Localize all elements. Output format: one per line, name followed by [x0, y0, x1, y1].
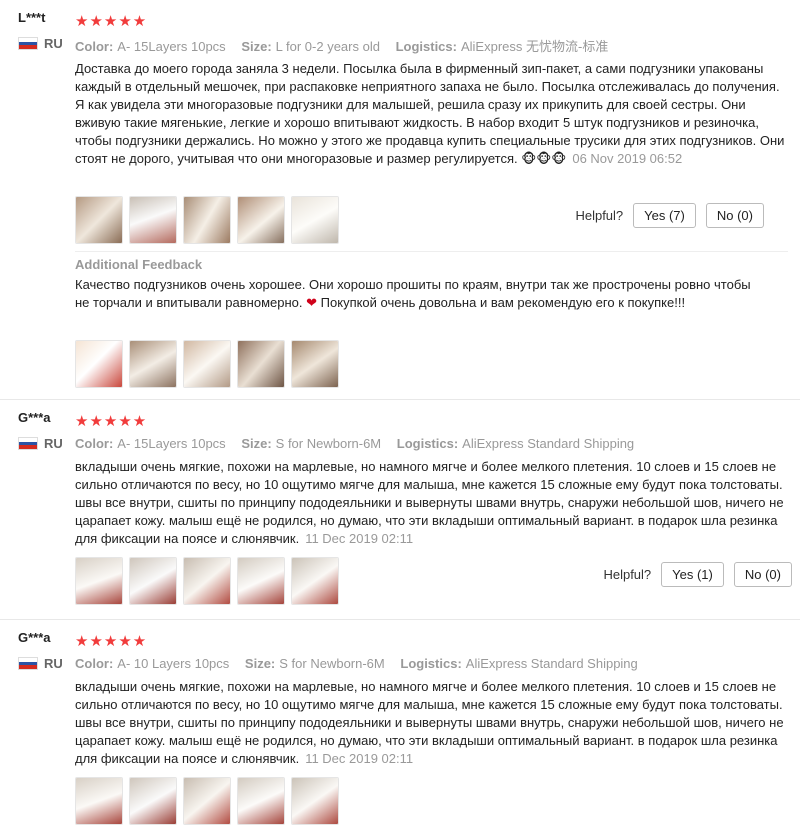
- review-2: G***a RU ★★★★★ Color: A- 15Layers 10pcs S…: [0, 400, 800, 620]
- review-photo[interactable]: [291, 340, 339, 388]
- helpful-no-button[interactable]: No (0): [705, 203, 764, 228]
- additional-feedback-text: Качество подгузников очень хорошее. Они …: [75, 277, 751, 310]
- review-date: 11 Dec 2019 02:11: [305, 751, 414, 766]
- helpful-votes: Helpful? Yes (1) No (0): [603, 562, 792, 587]
- order-info: Color: A- 10 Layers 10pcs Size: S for Newb…: [75, 656, 638, 671]
- helpful-votes: Helpful? Yes (7) No (0): [575, 203, 764, 228]
- review-photo[interactable]: [129, 777, 177, 825]
- review-photos: [75, 196, 339, 244]
- review-photo[interactable]: [237, 557, 285, 605]
- heart-icon: ❤: [306, 295, 318, 310]
- helpful-yes-button[interactable]: Yes (7): [633, 203, 696, 228]
- order-info: Color: A- 15Layers 10pcs Size: S for Newbo…: [75, 436, 635, 451]
- reviewer-name: G***a: [18, 630, 51, 645]
- review-photo[interactable]: [75, 196, 123, 244]
- divider: [75, 251, 788, 252]
- review-photo[interactable]: [183, 340, 231, 388]
- helpful-yes-button[interactable]: Yes (1): [661, 562, 724, 587]
- review-photos: [75, 777, 339, 825]
- reviewer-country: RU: [18, 436, 63, 451]
- review-photo[interactable]: [237, 340, 285, 388]
- flag-ru-icon: [18, 657, 38, 670]
- additional-feedback-heading: Additional Feedback: [75, 257, 203, 272]
- review-photo[interactable]: [183, 557, 231, 605]
- review-text: вкладыши очень мягкие, похожи на марлевы…: [75, 679, 784, 766]
- review-1: L***t RU ★★★★★ Color: A- 15Layers 10pcs S…: [0, 0, 800, 400]
- review-photos: [75, 557, 339, 605]
- flag-ru-icon: [18, 37, 38, 50]
- review-photo[interactable]: [291, 777, 339, 825]
- review-date: 06 Nov 2019 06:52: [572, 151, 683, 166]
- review-photo[interactable]: [183, 777, 231, 825]
- reviewer-name: L***t: [18, 10, 46, 25]
- review-photo[interactable]: [129, 340, 177, 388]
- review-photo[interactable]: [75, 340, 123, 388]
- reviewer-name: G***a: [18, 410, 51, 425]
- review-photo[interactable]: [291, 196, 339, 244]
- star-rating: ★★★★★: [75, 413, 148, 430]
- review-photo[interactable]: [237, 777, 285, 825]
- flag-ru-icon: [18, 437, 38, 450]
- review-photo[interactable]: [75, 777, 123, 825]
- reviewer-country: RU: [18, 656, 63, 671]
- review-3: G***a RU ★★★★★ Color: A- 10 Layers 10pcs …: [0, 620, 800, 838]
- review-photo[interactable]: [129, 196, 177, 244]
- review-text: вкладыши очень мягкие, похожи на марлевы…: [75, 459, 784, 546]
- star-rating: ★★★★★: [75, 633, 148, 650]
- review-photo[interactable]: [183, 196, 231, 244]
- order-info: Color: A- 15Layers 10pcs Size: L for 0-2 y…: [75, 39, 609, 54]
- review-photo[interactable]: [237, 196, 285, 244]
- review-text: Доставка до моего города заняла 3 недели…: [75, 61, 785, 166]
- review-date: 11 Dec 2019 02:11: [305, 531, 414, 546]
- additional-photos: [75, 340, 339, 388]
- star-rating: ★★★★★: [75, 13, 148, 30]
- review-photo[interactable]: [129, 557, 177, 605]
- reviewer-country: RU: [18, 36, 63, 51]
- review-photo[interactable]: [75, 557, 123, 605]
- helpful-no-button[interactable]: No (0): [733, 562, 792, 587]
- review-photo[interactable]: [291, 557, 339, 605]
